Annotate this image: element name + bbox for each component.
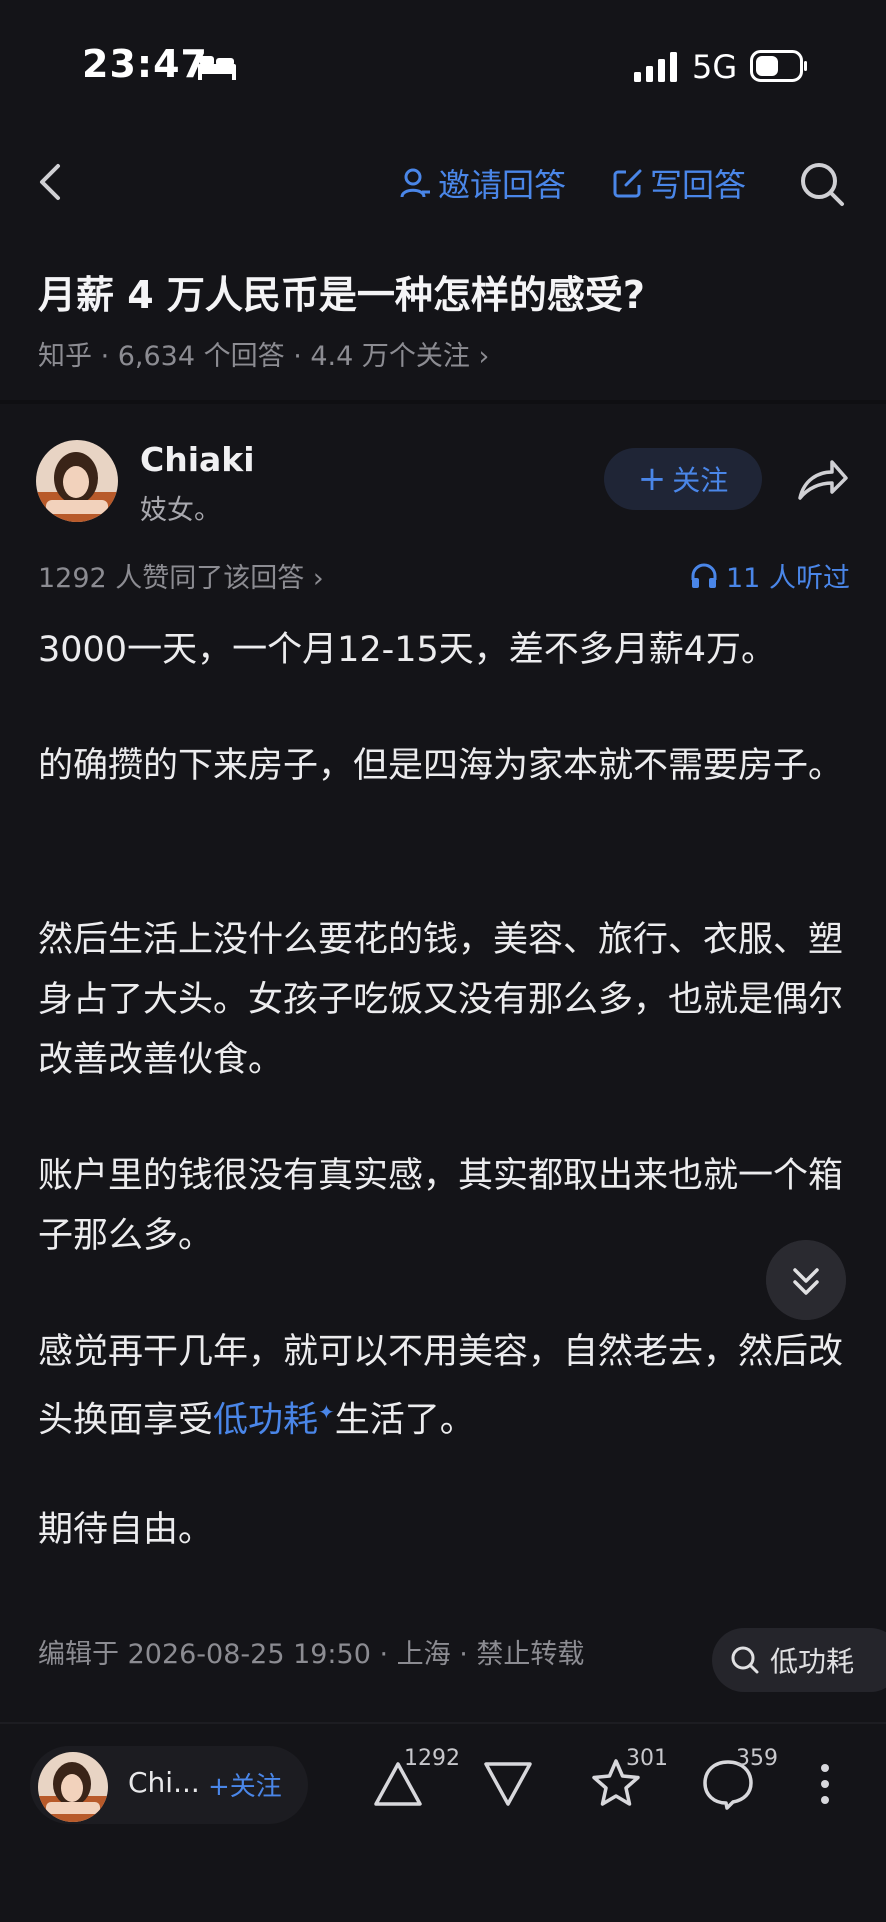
scroll-down-button[interactable] [766,1240,846,1320]
comment-count: 359 [736,1746,778,1771]
write-answer-label: 写回答 [650,166,747,204]
listen-count[interactable]: 11 人听过 [690,556,850,595]
sparkle-icon: ✦ [318,1400,335,1424]
author-name[interactable]: Chiaki [140,440,255,479]
vote-summary[interactable]: 1292 人赞同了该回答 › [38,556,324,595]
plus-icon: + [637,459,667,499]
follow-label: 关注 [672,464,729,497]
battery-icon [750,50,807,82]
sleep-mode-icon [198,56,236,80]
answer-text: 生活了。 [334,1400,475,1441]
author-avatar-small[interactable] [38,1752,108,1822]
listen-label: 11 人听过 [726,563,850,594]
author-bio: 妓女。 [140,495,221,526]
author-name-short[interactable]: Chi... [128,1766,200,1799]
downvote-icon[interactable] [480,1756,536,1812]
invite-answer-button[interactable]: 邀请回答 [400,160,566,206]
author-avatar[interactable] [36,440,118,522]
keyword-link[interactable]: 低功耗 [213,1401,318,1441]
edit-icon [613,169,642,198]
upvote-count: 1292 [404,1746,460,1771]
headphones-icon [691,563,717,588]
search-suggestion-chip[interactable]: 低功耗 [712,1628,886,1692]
more-options-icon[interactable] [818,1762,832,1806]
write-answer-button[interactable]: 写回答 [612,160,746,206]
answer-paragraph: 的确攒的下来房子，但是四海为家本就不需要房子。 [38,746,844,786]
favorite-count: 301 [626,1746,668,1771]
answer-paragraph: 期待自由。 [38,1510,214,1550]
section-divider [0,400,886,404]
follow-link[interactable]: +关注 [208,1766,282,1803]
search-chip-label: 低功耗 [770,1645,855,1678]
question-meta[interactable]: 知乎 · 6,634 个回答 · 4.4 万个关注 › [38,334,489,373]
answer-paragraph: 3000一天，一个月12-15天，差不多月薪4万。 [38,630,777,670]
network-label: 5G [692,48,738,86]
answer-paragraph: 账户里的钱很没有真实感，其实都取出来也就一个箱子那么多。 [38,1156,844,1256]
search-icon [731,1646,759,1674]
share-icon[interactable] [796,458,850,502]
signal-icon [634,52,677,82]
question-title[interactable]: 月薪 4 万人民币是一种怎样的感受? [38,264,645,319]
back-icon[interactable] [36,162,64,202]
follow-button[interactable]: + 关注 [604,448,762,510]
invite-answer-label: 邀请回答 [438,166,567,204]
answer-paragraph: 然后生活上没什么要花的钱，美容、旅行、衣服、塑身占了大头。女孩子吃饭又没有那么多… [38,920,844,1080]
status-time: 23:47 [82,42,208,86]
edit-metadata: 编辑于 2026-08-25 19:50 · 上海 · 禁止转载 [38,1639,585,1670]
answer-paragraph-with-link: 感觉再干几年，就可以不用美容，自然老去，然后改头换面享受低功耗✦生活了。 [38,1322,850,1451]
invite-user-icon [400,168,430,198]
search-icon[interactable] [798,160,846,208]
